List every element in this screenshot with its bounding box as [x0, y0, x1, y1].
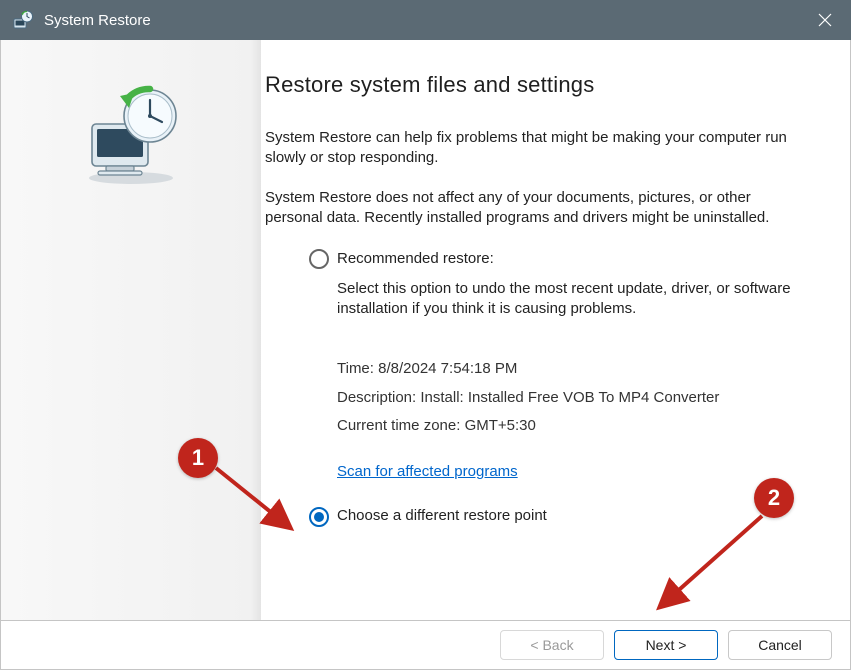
- close-icon: [818, 13, 832, 27]
- annotation-badge-2: 2: [754, 478, 794, 518]
- cancel-button[interactable]: Cancel: [728, 630, 832, 660]
- restore-timezone: Current time zone: GMT+5:30: [337, 416, 810, 436]
- recommended-restore-subtext: Select this option to undo the most rece…: [337, 279, 810, 320]
- window-title: System Restore: [44, 12, 151, 29]
- restore-options: Recommended restore: Select this option …: [309, 249, 810, 527]
- scan-affected-programs-link[interactable]: Scan for affected programs: [337, 462, 518, 482]
- recommended-restore-label: Recommended restore:: [337, 249, 494, 269]
- restore-time-label: Time:: [337, 360, 378, 377]
- restore-description: Description: Install: Installed Free VOB…: [337, 388, 810, 408]
- page-heading: Restore system files and settings: [265, 70, 810, 100]
- annotation-arrow-1: [210, 462, 300, 540]
- system-restore-hero-icon: [76, 80, 186, 190]
- radio-unselected-icon: [309, 249, 329, 269]
- wizard-footer: < Back Next > Cancel: [0, 620, 851, 670]
- restore-desc-label: Description:: [337, 389, 420, 406]
- back-button: < Back: [500, 630, 604, 660]
- restore-tz-label: Current time zone:: [337, 417, 465, 434]
- close-button[interactable]: [799, 0, 851, 40]
- restore-point-info: Time: 8/8/2024 7:54:18 PM Description: I…: [337, 359, 810, 436]
- system-restore-icon: [12, 9, 34, 31]
- titlebar: System Restore: [0, 0, 851, 40]
- annotation-arrow-2: [644, 510, 774, 615]
- radio-selected-icon: [309, 507, 329, 527]
- recommended-restore-option[interactable]: Recommended restore:: [309, 249, 810, 269]
- next-button[interactable]: Next >: [614, 630, 718, 660]
- intro-paragraph-1: System Restore can help fix problems tha…: [265, 128, 810, 169]
- restore-time-value: 8/8/2024 7:54:18 PM: [378, 360, 517, 377]
- restore-desc-value: Install: Installed Free VOB To MP4 Conve…: [420, 389, 719, 406]
- restore-time: Time: 8/8/2024 7:54:18 PM: [337, 359, 810, 379]
- intro-paragraph-2: System Restore does not affect any of yo…: [265, 188, 810, 229]
- choose-different-label: Choose a different restore point: [337, 506, 547, 526]
- restore-tz-value: GMT+5:30: [465, 417, 536, 434]
- annotation-badge-1: 1: [178, 438, 218, 478]
